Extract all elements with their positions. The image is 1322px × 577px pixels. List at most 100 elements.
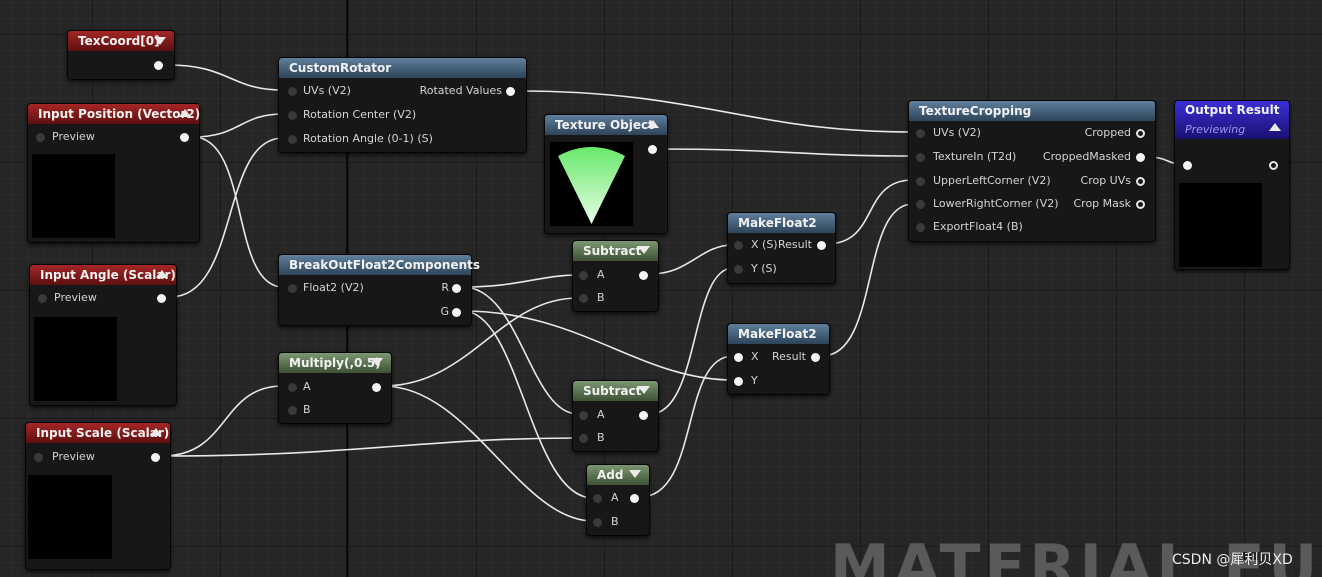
input-pin[interactable]	[288, 135, 297, 144]
makefloat2-node-2[interactable]: MakeFloat2 X Result Y	[727, 323, 830, 395]
wire	[192, 113, 284, 138]
texcoord-node[interactable]: TexCoord[0]	[67, 30, 175, 80]
pin-label: ExportFloat4 (B)	[933, 220, 1023, 233]
wire	[659, 148, 914, 157]
wire	[649, 267, 734, 415]
makefloat2-node-1[interactable]: MakeFloat2 X (S) Result Y (S)	[727, 212, 836, 284]
input-pin[interactable]	[288, 284, 297, 293]
collapse-arrow-icon[interactable]	[154, 37, 166, 45]
output-pin[interactable]	[639, 271, 648, 280]
node-title: MakeFloat2	[728, 213, 835, 233]
input-pin[interactable]	[288, 111, 297, 120]
input-position-node[interactable]: Input Position (Vector2) Preview	[27, 103, 200, 243]
collapse-arrow-icon[interactable]	[1269, 123, 1281, 131]
pin-label: Rotation Center (V2)	[303, 108, 417, 121]
output-pin[interactable]	[811, 353, 820, 362]
output-pin[interactable]	[1136, 153, 1145, 162]
preview-pin[interactable]	[34, 453, 43, 462]
collapse-arrow-icon[interactable]	[156, 270, 168, 278]
node-title: Output Result	[1185, 103, 1280, 117]
pin-label: R	[441, 281, 449, 294]
subtract-node-2[interactable]: Subtract A B	[572, 380, 659, 452]
input-pin[interactable]	[1183, 161, 1192, 170]
output-pin[interactable]	[157, 294, 166, 303]
input-pin[interactable]	[593, 494, 602, 503]
multiply-node[interactable]: Multiply(,0.5) A B	[278, 352, 392, 424]
input-pin[interactable]	[579, 411, 588, 420]
wire	[161, 385, 284, 457]
pin-label: CroppedMasked	[1042, 150, 1131, 163]
breakout-float2-node[interactable]: BreakOutFloat2Components Float2 (V2) R G	[278, 254, 480, 326]
input-pin[interactable]	[916, 177, 925, 186]
pin-label: Result	[772, 350, 806, 363]
input-pin[interactable]	[734, 241, 743, 250]
output-pin[interactable]	[180, 133, 189, 142]
texture-object-node[interactable]: Texture Object	[544, 114, 668, 234]
node-header: Output Result Previewing	[1175, 101, 1289, 139]
output-pin[interactable]	[1136, 177, 1145, 186]
output-pin[interactable]	[630, 494, 639, 503]
preview-pin[interactable]	[36, 133, 45, 142]
pin-label: A	[597, 268, 605, 281]
input-pin[interactable]	[734, 377, 743, 386]
input-pin[interactable]	[288, 383, 297, 392]
input-pin[interactable]	[916, 223, 925, 232]
input-pin[interactable]	[916, 153, 925, 162]
output-pin[interactable]	[639, 411, 648, 420]
input-pin[interactable]	[288, 406, 297, 415]
pin-label: Crop Mask	[1073, 197, 1131, 210]
input-pin[interactable]	[579, 294, 588, 303]
output-pin[interactable]	[1136, 200, 1145, 209]
texture-fan-shape	[558, 147, 625, 224]
input-pin[interactable]	[916, 200, 925, 209]
input-pin[interactable]	[593, 518, 602, 527]
pin-label: B	[611, 515, 619, 528]
input-pin[interactable]	[734, 265, 743, 274]
collapse-arrow-icon[interactable]	[629, 470, 641, 478]
input-pin[interactable]	[734, 353, 743, 362]
output-pin[interactable]	[1136, 129, 1145, 138]
material-graph-canvas[interactable]: TexCoord[0] CustomRotator UVs (V2) Rotat…	[0, 0, 1322, 577]
input-pin[interactable]	[916, 129, 925, 138]
add-node[interactable]: Add A B	[586, 464, 650, 536]
output-pin[interactable]	[154, 61, 163, 70]
collapse-arrow-icon[interactable]	[647, 120, 659, 128]
pin-label: A	[611, 491, 619, 504]
pin-label: Cropped	[1084, 126, 1131, 139]
preview-pin[interactable]	[38, 294, 47, 303]
pin-label: UpperLeftCorner (V2)	[933, 174, 1051, 187]
output-pin[interactable]	[372, 383, 381, 392]
pin-label: G	[440, 305, 449, 318]
input-angle-node[interactable]: Input Angle (Scalar) Preview	[29, 264, 177, 406]
wire	[462, 274, 579, 288]
pin-label: TextureIn (T2d)	[933, 150, 1017, 163]
pin-label: Rotated Values	[419, 84, 502, 97]
input-pin[interactable]	[579, 434, 588, 443]
collapse-arrow-icon[interactable]	[150, 428, 162, 436]
output-pin[interactable]	[506, 87, 515, 96]
output-pin[interactable]	[648, 145, 657, 154]
wire-layer	[161, 64, 1184, 522]
pin-label: Y (S)	[751, 262, 777, 275]
input-pin[interactable]	[288, 87, 297, 96]
output-pin[interactable]	[1269, 161, 1278, 170]
node-title: BreakOutFloat2Components	[279, 255, 480, 275]
output-result-node[interactable]: Output Result Previewing	[1174, 100, 1290, 270]
input-pin[interactable]	[579, 271, 588, 280]
node-title: Input Angle (Scalar)	[30, 265, 176, 285]
collapse-arrow-icon[interactable]	[638, 246, 650, 254]
input-scale-node[interactable]: Input Scale (Scalar) Preview	[25, 422, 171, 570]
custom-rotator-node[interactable]: CustomRotator UVs (V2) Rotation Center (…	[278, 57, 527, 153]
texture-cropping-node[interactable]: TextureCropping UVs (V2) TextureIn (T2d)…	[908, 100, 1156, 242]
collapse-arrow-icon[interactable]	[371, 358, 383, 366]
output-pin[interactable]	[817, 241, 826, 250]
pin-label: X (S)	[751, 238, 778, 251]
wire	[382, 385, 594, 522]
output-pin[interactable]	[452, 308, 461, 317]
output-pin[interactable]	[151, 453, 160, 462]
collapse-arrow-icon[interactable]	[638, 386, 650, 394]
collapse-arrow-icon[interactable]	[179, 109, 191, 117]
output-pin[interactable]	[452, 284, 461, 293]
credit-text: CSDN @犀利贝XD	[1172, 552, 1293, 568]
subtract-node-1[interactable]: Subtract A B	[572, 240, 659, 312]
